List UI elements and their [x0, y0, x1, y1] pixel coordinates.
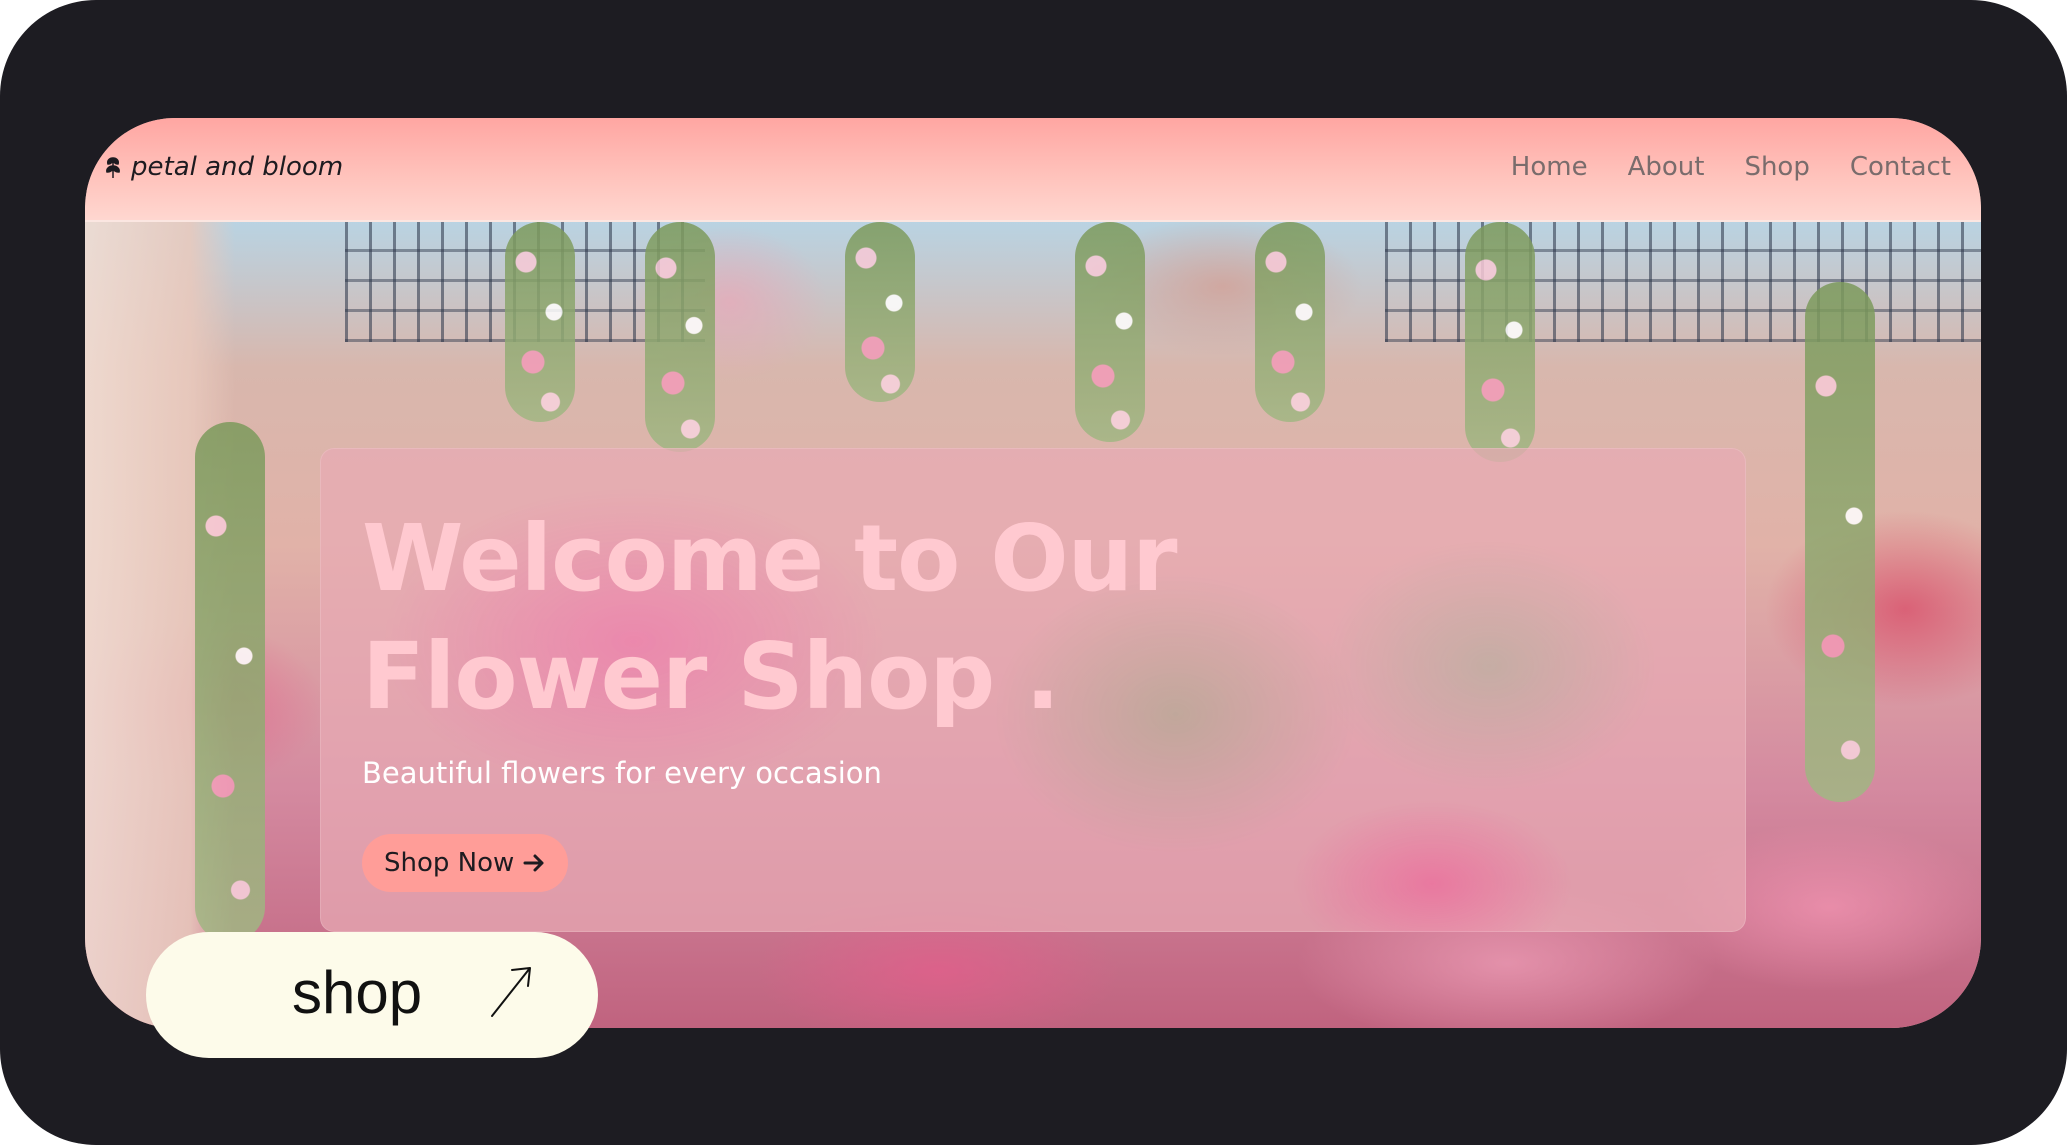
nav-link-shop[interactable]: Shop: [1744, 152, 1809, 182]
flower-vine: [195, 422, 265, 942]
flower-vine: [1465, 222, 1535, 462]
leaf-icon: [106, 157, 120, 178]
nav-link-about[interactable]: About: [1628, 152, 1705, 182]
nav-link-home[interactable]: Home: [1511, 152, 1588, 182]
flower-vine: [505, 222, 575, 422]
flower-vine: [1075, 222, 1145, 442]
flower-vine: [645, 222, 715, 452]
shop-pill-button[interactable]: shop: [146, 932, 598, 1058]
hero-background-image: Welcome to Our Flower Shop . Beautiful f…: [85, 222, 1981, 1028]
brand-logo[interactable]: petal and bloom: [103, 152, 343, 182]
flower-vine: [1255, 222, 1325, 422]
arrow-right-icon: [523, 854, 544, 872]
hero-subtitle: Beautiful flowers for every occasion: [362, 756, 882, 790]
hero-title: Welcome to Our Flower Shop .: [362, 505, 1177, 730]
flower-vine: [845, 222, 915, 402]
brand-name: petal and bloom: [131, 152, 344, 182]
shop-pill-label: shop: [292, 959, 423, 1026]
shop-now-button[interactable]: Shop Now: [362, 834, 569, 892]
nav-menu: Home About Shop Contact: [1511, 152, 1951, 182]
arrow-up-right-icon: [491, 967, 531, 1017]
shop-now-label: Shop Now: [384, 848, 515, 878]
navbar: petal and bloom Home About Shop Contact: [85, 118, 1981, 222]
flower-vine: [1805, 282, 1875, 802]
hero-card: Welcome to Our Flower Shop . Beautiful f…: [320, 448, 1746, 932]
website-screen: Welcome to Our Flower Shop . Beautiful f…: [85, 118, 1981, 1028]
device-frame: Welcome to Our Flower Shop . Beautiful f…: [0, 0, 2067, 1145]
nav-link-contact[interactable]: Contact: [1850, 152, 1951, 182]
